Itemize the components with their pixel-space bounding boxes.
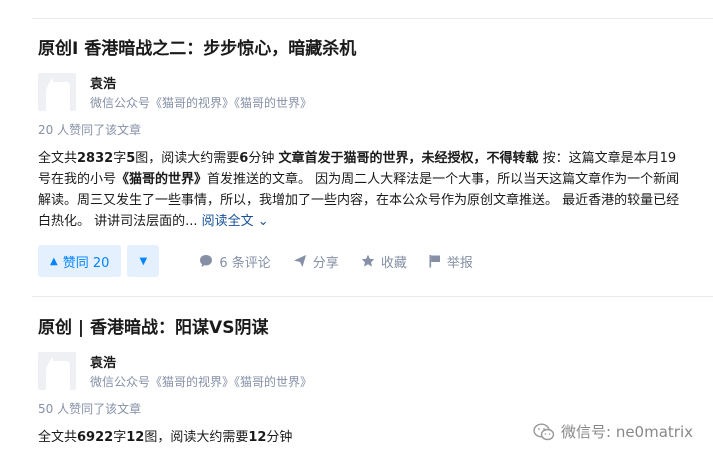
comments-button[interactable]: 6 条评论	[199, 252, 271, 271]
article-title[interactable]: 原创 | 香港暗战：阳谋VS阴谋	[38, 313, 699, 338]
collect-button[interactable]: 收藏	[361, 252, 407, 271]
read-more-link[interactable]: 阅读全文 ⌄	[202, 214, 269, 229]
author-info: 袁浩 微信公众号《猫哥的视界》《猫哥的世界》	[38, 352, 699, 392]
excerpt-bold: 2832	[77, 151, 114, 166]
author-description: 微信公众号《猫哥的视界》《猫哥的世界》	[90, 375, 313, 389]
excerpt-bold: 12	[248, 430, 267, 445]
upvote-button[interactable]: ▲ 赞同 20	[38, 245, 122, 277]
vote-count-text: 20 人赞同了该文章	[38, 123, 142, 137]
downvote-button[interactable]: ▼	[127, 245, 160, 277]
triangle-up-icon: ▲	[50, 255, 58, 267]
star-icon	[361, 254, 375, 267]
excerpt-bold: 6922	[77, 430, 114, 445]
avatar[interactable]	[38, 352, 76, 390]
share-icon	[293, 255, 306, 267]
excerpt-bold: 5	[126, 151, 136, 166]
excerpt-text: 分钟	[248, 151, 279, 166]
excerpt-text: 字	[113, 151, 127, 166]
excerpt-bold: 文章首发于猫哥的世界，未经授权，不得转载	[278, 151, 539, 166]
action-bar: ▲ 赞同 20 ▼ 6 条评论 分享 收藏 举报	[38, 245, 699, 277]
author-name[interactable]: 袁浩	[90, 352, 116, 371]
excerpt-text: 图，阅读大约需要	[135, 151, 240, 166]
excerpt-bold: 《猫哥的世界》	[116, 172, 208, 187]
avatar-placeholder-icon	[38, 352, 76, 390]
share-button[interactable]: 分享	[293, 252, 339, 271]
excerpt-text: 全文共	[38, 151, 78, 166]
author-info: 袁浩 微信公众号《猫哥的视界》《猫哥的世界》	[38, 73, 699, 113]
excerpt-text: 图，阅读大约需要	[144, 430, 249, 445]
wechat-watermark: 微信号: ne0matrix	[533, 421, 693, 442]
comments-label: 6 条评论	[219, 255, 271, 271]
report-label: 举报	[446, 255, 473, 271]
excerpt-text: 分钟	[266, 430, 293, 445]
avatar-placeholder-icon	[38, 73, 76, 111]
article-divider	[32, 296, 713, 297]
avatar[interactable]	[38, 73, 76, 111]
triangle-down-icon: ▼	[139, 255, 148, 267]
comment-icon	[200, 255, 213, 267]
wechat-icon	[533, 422, 555, 440]
article-card: 原创I 香港暗战之二：步步惊心，暗藏杀机 袁浩 微信公众号《猫哥的视界》《猫哥的…	[38, 34, 699, 277]
author-name[interactable]: 袁浩	[90, 73, 116, 92]
upvote-label: 赞同 20	[62, 255, 110, 271]
watermark-text: 微信号: ne0matrix	[561, 423, 693, 441]
flag-icon	[429, 255, 440, 268]
collect-label: 收藏	[380, 255, 407, 271]
excerpt-bold: 12	[126, 430, 145, 445]
excerpt-text: 全文共	[38, 430, 78, 445]
article-title[interactable]: 原创I 香港暗战之二：步步惊心，暗藏杀机	[38, 34, 699, 59]
excerpt-text: 字	[113, 430, 127, 445]
author-description: 微信公众号《猫哥的视界》《猫哥的世界》	[90, 96, 313, 110]
excerpt-bold: 6	[239, 151, 249, 166]
share-label: 分享	[312, 255, 339, 271]
article-excerpt[interactable]: 全文共2832字5图，阅读大约需要6分钟 文章首发于猫哥的世界，未经授权，不得转…	[38, 148, 688, 232]
top-divider	[32, 18, 713, 19]
vote-count-text: 50 人赞同了该文章	[38, 402, 142, 416]
report-button[interactable]: 举报	[429, 252, 473, 271]
